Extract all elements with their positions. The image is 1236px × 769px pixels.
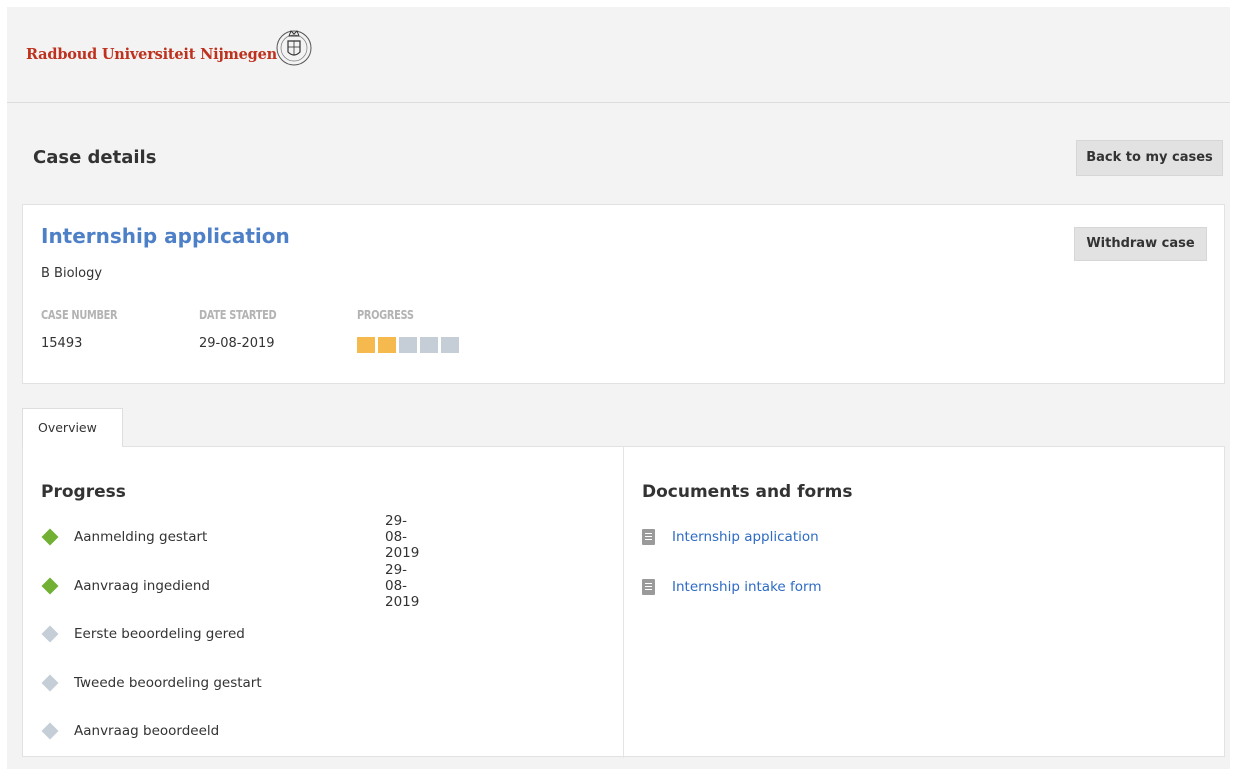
university-seal-icon xyxy=(276,30,312,66)
document-item[interactable]: Internship intake form xyxy=(642,579,822,595)
case-number-label: CASE NUMBER xyxy=(41,308,118,322)
step-label: Aanmelding gestart xyxy=(74,529,208,545)
step-label: Aanvraag ingediend xyxy=(74,578,210,594)
step-label: Eerste beoordeling gered xyxy=(74,626,245,642)
step-pending-icon xyxy=(41,722,59,740)
date-started-label: DATE STARTED xyxy=(199,308,277,322)
step-label: Tweede beoordeling gestart xyxy=(74,675,262,691)
progress-segment xyxy=(357,337,375,353)
progress-step: Aanvraag beoordeeld xyxy=(41,721,219,741)
step-date: 29-08-2019 xyxy=(385,513,420,561)
document-icon xyxy=(642,529,655,545)
brand-name[interactable]: Radboud Universiteit Nijmegen xyxy=(26,46,277,63)
progress-step: Eerste beoordeling gered xyxy=(41,624,245,644)
page-frame: Radboud Universiteit Nijmegen Case detai… xyxy=(7,7,1230,769)
case-number-value: 15493 xyxy=(41,336,83,351)
progress-segment xyxy=(420,337,438,353)
progress-step: Aanvraag ingediend 29-08-2019 xyxy=(41,562,419,610)
step-label: Aanvraag beoordeeld xyxy=(74,723,220,739)
back-to-my-cases-button[interactable]: Back to my cases xyxy=(1076,140,1223,176)
progress-bar xyxy=(357,337,459,353)
step-complete-icon xyxy=(41,577,59,595)
progress-segment xyxy=(378,337,396,353)
case-title: Internship application xyxy=(41,224,290,248)
step-complete-icon xyxy=(41,528,59,546)
progress-segment xyxy=(399,337,417,353)
date-started-value: 29-08-2019 xyxy=(199,336,275,351)
case-subtitle: B Biology xyxy=(41,266,103,281)
document-link[interactable]: Internship intake form xyxy=(672,579,822,595)
page-title: Case details xyxy=(33,147,157,168)
progress-segment xyxy=(441,337,459,353)
documents-section-title: Documents and forms xyxy=(642,482,853,502)
overview-panel: Progress Aanmelding gestart 29-08-2019 Aan… xyxy=(22,446,1225,758)
step-pending-icon xyxy=(41,625,59,643)
step-pending-icon xyxy=(41,674,59,692)
progress-label: PROGRESS xyxy=(357,308,414,322)
panel-divider xyxy=(623,447,624,758)
progress-step: Aanmelding gestart 29-08-2019 xyxy=(41,513,419,561)
progress-step: Tweede beoordeling gestart xyxy=(41,673,262,693)
tab-overview[interactable]: Overview xyxy=(22,408,123,447)
case-summary-card: Internship application B Biology Withdra… xyxy=(22,204,1225,384)
step-date: 29-08-2019 xyxy=(385,562,420,610)
progress-section-title: Progress xyxy=(41,482,126,502)
document-item[interactable]: Internship application xyxy=(642,529,819,545)
document-link[interactable]: Internship application xyxy=(672,529,819,545)
site-header: Radboud Universiteit Nijmegen xyxy=(7,7,1230,103)
document-icon xyxy=(642,579,655,595)
withdraw-case-button[interactable]: Withdraw case xyxy=(1074,227,1207,261)
